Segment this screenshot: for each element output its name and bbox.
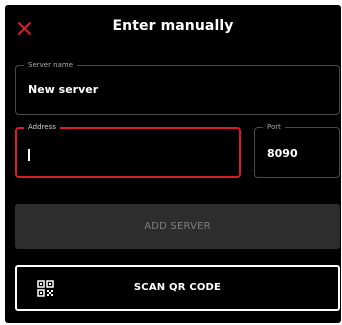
server-name-value[interactable]: New server xyxy=(28,83,98,96)
server-name-field[interactable]: Server name New server xyxy=(15,60,340,115)
port-value[interactable]: 8090 xyxy=(267,147,298,160)
address-field[interactable]: Address xyxy=(15,122,241,178)
enter-manually-dialog: Enter manually Server name New server Ad… xyxy=(5,5,341,323)
port-label: Port xyxy=(263,122,285,132)
port-field[interactable]: Port 8090 xyxy=(254,122,340,178)
address-input[interactable] xyxy=(17,129,239,176)
screen: Enter manually Server name New server Ad… xyxy=(0,0,342,325)
scan-qr-code-button[interactable]: SCAN QR CODE xyxy=(15,265,340,311)
add-server-button[interactable]: ADD SERVER xyxy=(15,204,340,249)
server-name-label: Server name xyxy=(24,60,78,70)
scan-qr-code-label: SCAN QR CODE xyxy=(133,282,222,293)
page-title: Enter manually xyxy=(112,18,234,34)
text-caret xyxy=(28,149,30,161)
